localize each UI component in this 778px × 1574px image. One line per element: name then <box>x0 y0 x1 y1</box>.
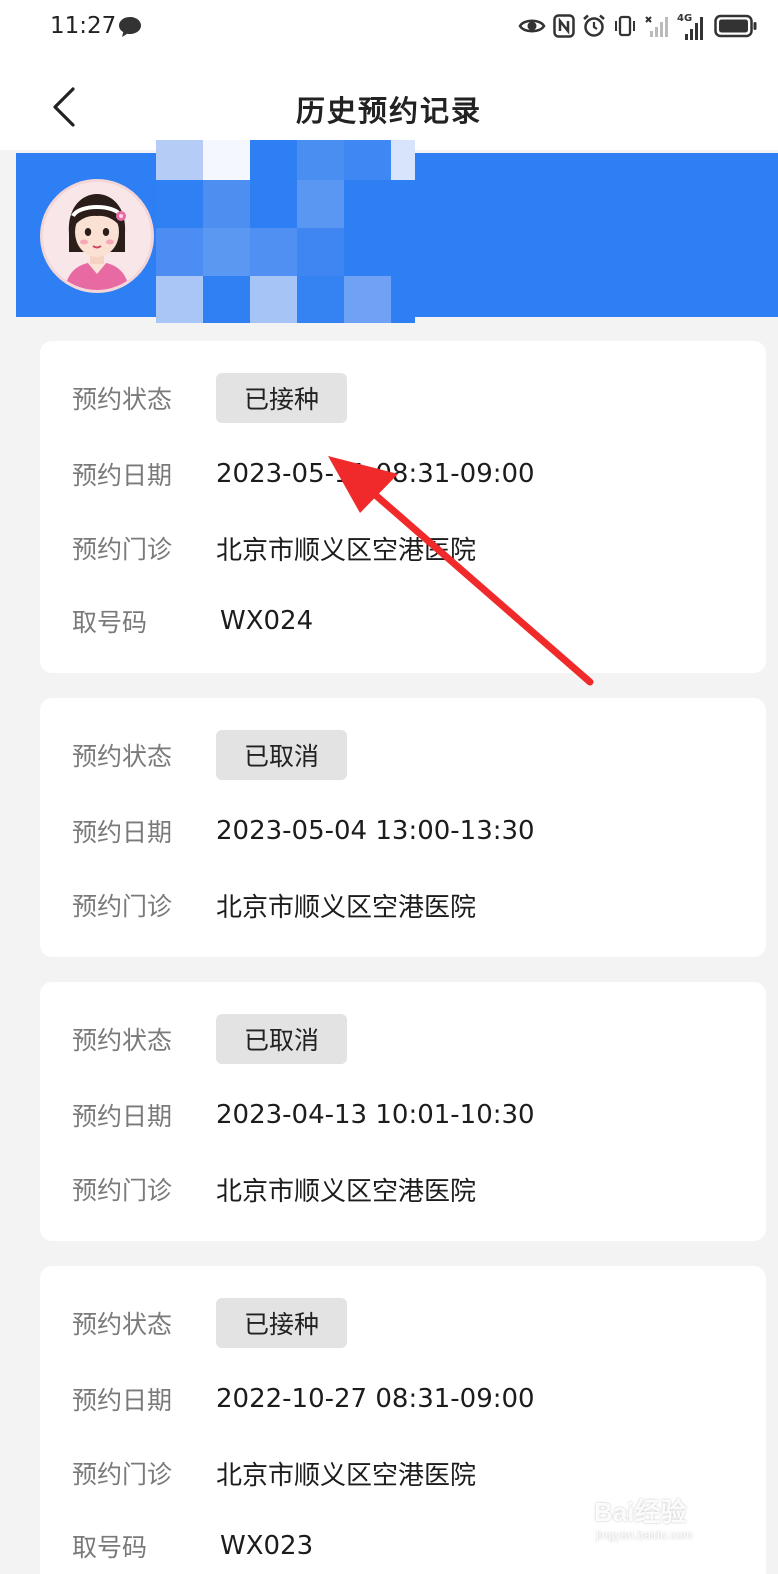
clinic-value: 北京市顺义区空港医院 <box>216 1460 477 1491</box>
date-value: 2022-10-27 08:31-09:00 <box>216 1384 535 1414</box>
date-label: 预约日期 <box>72 818 173 847</box>
record-number-row: 取号码 WX024 <box>72 596 746 646</box>
vibrate-icon <box>613 14 637 42</box>
avatar[interactable] <box>40 179 154 293</box>
clinic-label: 预约门诊 <box>72 1176 173 1205</box>
date-value: 2023-05-04 13:00-13:30 <box>216 816 535 846</box>
record-card[interactable]: 预约状态 已取消 预约日期 2023-05-04 13:00-13:30 预约门… <box>40 698 766 957</box>
battery-icon <box>714 14 758 42</box>
signal-icon: 4G <box>677 13 707 42</box>
record-card[interactable]: 预约状态 已接种 预约日期 2023-05-11 08:31-09:00 预约门… <box>40 341 766 673</box>
date-label: 预约日期 <box>72 461 173 490</box>
watermark-url: jingyan.baidu.com <box>596 1528 693 1542</box>
status-badge: 已取消 <box>216 730 347 780</box>
status-label: 预约状态 <box>72 742 173 771</box>
message-icon <box>118 16 142 42</box>
baidu-watermark: Bai经验 jingyan.baidu.com <box>594 1488 744 1552</box>
record-card[interactable]: 预约状态 已取消 预约日期 2023-04-13 10:01-10:30 预约门… <box>40 982 766 1241</box>
record-date-row: 预约日期 2023-05-11 08:31-09:00 <box>72 449 746 499</box>
record-status-row: 预约状态 已接种 <box>72 373 746 423</box>
status-bar: 11:27 4G <box>0 0 778 58</box>
status-icons: 4G <box>518 12 758 44</box>
record-date-row: 预约日期 2023-04-13 10:01-10:30 <box>72 1090 746 1140</box>
status-badge: 已接种 <box>216 373 347 423</box>
record-date-row: 预约日期 2023-05-04 13:00-13:30 <box>72 806 746 856</box>
obscured-username <box>156 140 415 323</box>
status-time: 11:27 <box>50 13 117 39</box>
clinic-label: 预约门诊 <box>72 535 173 564</box>
number-value: WX024 <box>220 606 314 636</box>
avatar-girl-icon <box>43 182 151 290</box>
date-label: 预约日期 <box>72 1102 173 1131</box>
date-value: 2023-05-11 08:31-09:00 <box>216 459 535 489</box>
date-label: 预约日期 <box>72 1386 173 1415</box>
status-label: 预约状态 <box>72 1310 173 1339</box>
record-clinic-row: 预约门诊 北京市顺义区空港医院 <box>72 1164 746 1214</box>
page-title: 历史预约记录 <box>295 94 482 128</box>
record-status-row: 预约状态 已取消 <box>72 730 746 780</box>
status-label: 预约状态 <box>72 1026 173 1055</box>
clinic-value: 北京市顺义区空港医院 <box>216 892 477 923</box>
nav-bar: 历史预约记录 <box>0 58 778 150</box>
nfc-icon <box>553 14 575 42</box>
clinic-value: 北京市顺义区空港医院 <box>216 1176 477 1207</box>
no-signal-icon <box>644 13 670 43</box>
clinic-label: 预约门诊 <box>72 892 173 921</box>
number-label: 取号码 <box>72 1533 148 1562</box>
alarm-icon <box>582 14 606 42</box>
eye-icon <box>518 16 546 40</box>
watermark-brand: Bai经验 <box>594 1497 687 1527</box>
status-badge: 已取消 <box>216 1014 347 1064</box>
record-status-row: 预约状态 已取消 <box>72 1014 746 1064</box>
clinic-value: 北京市顺义区空港医院 <box>216 535 477 566</box>
number-value: WX023 <box>220 1531 314 1561</box>
number-label: 取号码 <box>72 608 148 637</box>
record-clinic-row: 预约门诊 北京市顺义区空港医院 <box>72 523 746 573</box>
status-badge: 已接种 <box>216 1298 347 1348</box>
date-value: 2023-04-13 10:01-10:30 <box>216 1100 535 1130</box>
status-label: 预约状态 <box>72 385 173 414</box>
clinic-label: 预约门诊 <box>72 1460 173 1489</box>
record-date-row: 预约日期 2022-10-27 08:31-09:00 <box>72 1374 746 1424</box>
record-clinic-row: 预约门诊 北京市顺义区空港医院 <box>72 880 746 930</box>
record-status-row: 预约状态 已接种 <box>72 1298 746 1348</box>
